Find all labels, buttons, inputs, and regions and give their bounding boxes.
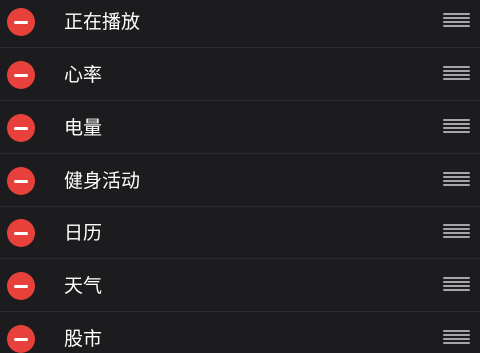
row-label: 天气: [64, 275, 103, 297]
remove-battery-button[interactable]: [7, 114, 35, 142]
minus-icon: [14, 231, 28, 235]
minus-icon: [14, 337, 28, 341]
reorder-handle-icon[interactable]: [443, 13, 470, 27]
remove-now-playing-button[interactable]: [7, 8, 35, 36]
reorder-handle-icon[interactable]: [443, 330, 470, 344]
minus-icon: [14, 126, 28, 130]
row-label: 健身活动: [64, 170, 141, 192]
list-row-activity: 健身活动: [0, 155, 480, 207]
list-row-heart-rate: 心率: [0, 49, 480, 101]
list-row-now-playing: 正在播放: [0, 0, 480, 48]
glances-list: 正在播放 心率 电量 健身活动 日历 天气 股市: [0, 0, 480, 353]
row-label: 正在播放: [64, 11, 141, 33]
row-label: 电量: [64, 117, 103, 139]
minus-icon: [14, 179, 28, 183]
row-label: 心率: [64, 64, 103, 86]
list-row-calendar: 日历: [0, 207, 480, 259]
row-label: 股市: [64, 328, 103, 350]
minus-icon: [14, 20, 28, 24]
remove-activity-button[interactable]: [7, 167, 35, 195]
reorder-handle-icon[interactable]: [443, 119, 470, 133]
minus-icon: [14, 73, 28, 77]
reorder-handle-icon[interactable]: [443, 277, 470, 291]
remove-heart-rate-button[interactable]: [7, 61, 35, 89]
remove-stocks-button[interactable]: [7, 325, 35, 353]
list-row-stocks: 股市: [0, 313, 480, 353]
row-label: 日历: [64, 222, 103, 244]
list-row-weather: 天气: [0, 260, 480, 312]
reorder-handle-icon[interactable]: [443, 224, 470, 238]
reorder-handle-icon[interactable]: [443, 172, 470, 186]
reorder-handle-icon[interactable]: [443, 66, 470, 80]
remove-weather-button[interactable]: [7, 272, 35, 300]
minus-icon: [14, 284, 28, 288]
list-row-battery: 电量: [0, 102, 480, 154]
remove-calendar-button[interactable]: [7, 219, 35, 247]
